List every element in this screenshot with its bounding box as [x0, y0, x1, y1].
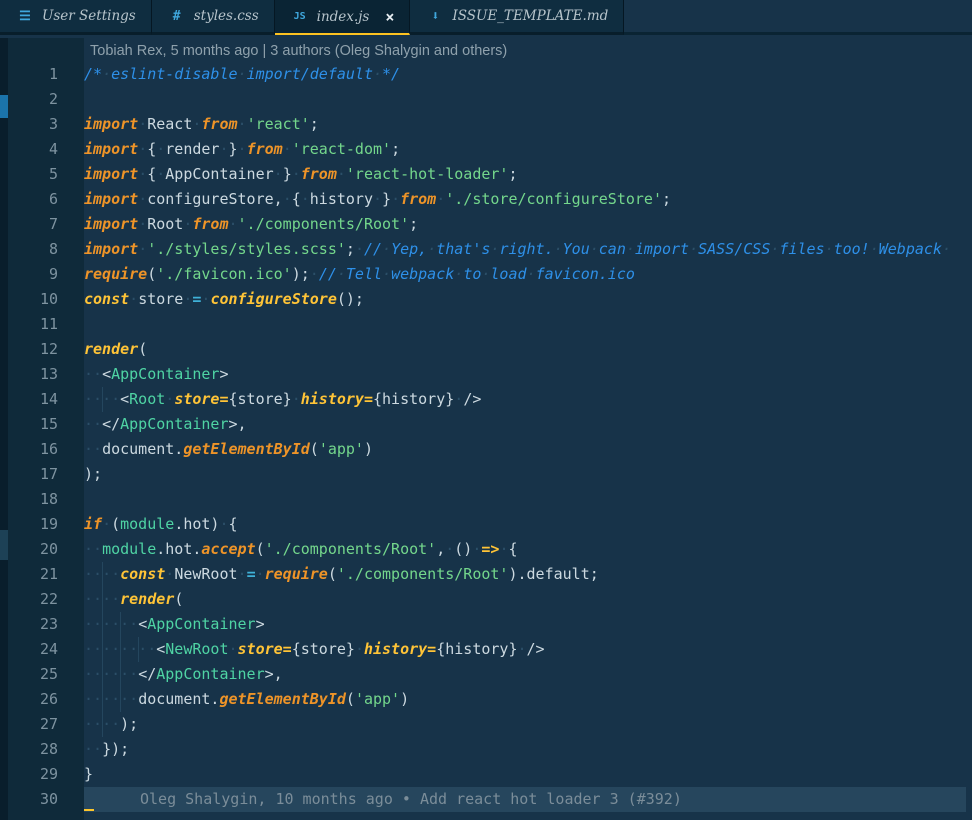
markdown-icon: ⬇: [425, 9, 445, 24]
line-number: 3: [8, 112, 84, 137]
code-line[interactable]: ········<NewRoot·store={store}·history={…: [84, 637, 972, 662]
code-line[interactable]: ··</AppContainer>,: [84, 412, 972, 437]
indent-guide: [138, 637, 139, 662]
line-number: 23: [8, 612, 84, 637]
indent-guide: [102, 587, 103, 612]
code-line[interactable]: );: [84, 462, 972, 487]
code-line[interactable]: import·React·from·'react';: [84, 112, 972, 137]
inline-blame-annotation: Oleg Shalygin, 10 months ago • Add react…: [84, 790, 682, 808]
code-line[interactable]: render(: [84, 337, 972, 362]
code-line[interactable]: ··module.hot.accept('./components/Root',…: [84, 537, 972, 562]
line-number: 25: [8, 662, 84, 687]
line-number: 10: [8, 287, 84, 312]
code-line[interactable]: }: [84, 762, 972, 787]
line-number: 27: [8, 712, 84, 737]
line-number: 13: [8, 362, 84, 387]
strip-indicator-blue: [0, 95, 8, 118]
strip-indicator-faint: [0, 530, 8, 560]
line-number: 28: [8, 737, 84, 762]
activity-strip: [0, 38, 8, 820]
code-line[interactable]: [84, 487, 972, 512]
line-number: 2: [8, 87, 84, 112]
line-number: 5: [8, 162, 84, 187]
tab-styles-css[interactable]: # styles.css: [152, 0, 275, 35]
code-line[interactable]: import·Root·from·'./components/Root';: [84, 212, 972, 237]
tab-user-settings[interactable]: ☰ User Settings: [0, 0, 152, 35]
indent-guide: [120, 662, 121, 687]
code-line[interactable]: ··});: [84, 737, 972, 762]
code-line[interactable]: import·configureStore,·{·history·}·from·…: [84, 187, 972, 212]
line-number: 1: [8, 62, 84, 87]
line-number: 14: [8, 387, 84, 412]
line-number: 11: [8, 312, 84, 337]
indent-guide: [102, 562, 103, 587]
line-number: 30: [8, 787, 84, 812]
code-line[interactable]: ····<Root·store={store}·history={history…: [84, 387, 972, 412]
editor-region: 1234567891011121314151617181920212223242…: [0, 38, 972, 820]
line-number: 6: [8, 187, 84, 212]
line-number: 4: [8, 137, 84, 162]
git-blame-codelens[interactable]: Tobiah Rex, 5 months ago | 3 authors (Ol…: [84, 38, 972, 62]
code-line[interactable]: [84, 87, 972, 112]
tab-bar-empty-space: [624, 0, 972, 35]
code-line[interactable]: [84, 312, 972, 337]
line-number: 29: [8, 762, 84, 787]
code-line[interactable]: import·{·AppContainer·}·from·'react-hot-…: [84, 162, 972, 187]
tab-label: User Settings: [42, 8, 136, 24]
code-line[interactable]: Oleg Shalygin, 10 months ago • Add react…: [84, 787, 966, 812]
tab-index-js[interactable]: JS index.js ×: [275, 0, 411, 35]
line-number: 16: [8, 437, 84, 462]
code-line[interactable]: ··<AppContainer>: [84, 362, 972, 387]
indent-guide: [102, 612, 103, 637]
line-number: 21: [8, 562, 84, 587]
indent-guide: [120, 612, 121, 637]
line-number: 7: [8, 212, 84, 237]
indent-guide: [102, 637, 103, 662]
code-line[interactable]: ··document.getElementById('app'): [84, 437, 972, 462]
code-line[interactable]: ····);: [84, 712, 972, 737]
code-line[interactable]: /*·eslint-disable·import/default·*/: [84, 62, 972, 87]
settings-icon: ☰: [15, 9, 35, 24]
css-icon: #: [167, 9, 187, 24]
code-line[interactable]: import·'./styles/styles.scss';·//·Yep,·t…: [84, 237, 972, 262]
tab-bar: ☰ User Settings # styles.css JS index.js × ⬇ ISS…: [0, 0, 972, 38]
code-line[interactable]: ····const·NewRoot·=·require('./component…: [84, 562, 972, 587]
line-number: 26: [8, 687, 84, 712]
indent-guide: [102, 662, 103, 687]
tab-issue-template-md[interactable]: ⬇ ISSUE_TEMPLATE.md: [410, 0, 624, 35]
line-number: 8: [8, 237, 84, 262]
indent-guide: [102, 387, 103, 412]
tab-label: styles.css: [194, 8, 259, 24]
code-line[interactable]: const·store·=·configureStore();: [84, 287, 972, 312]
line-number-gutter: 1234567891011121314151617181920212223242…: [8, 38, 84, 820]
indent-guide: [120, 687, 121, 712]
line-number: 15: [8, 412, 84, 437]
code-line[interactable]: ······<AppContainer>: [84, 612, 972, 637]
line-number: 18: [8, 487, 84, 512]
js-icon: JS: [290, 11, 310, 22]
tab-label: ISSUE_TEMPLATE.md: [452, 8, 608, 24]
line-number: 24: [8, 637, 84, 662]
code-line[interactable]: ······</AppContainer>,: [84, 662, 972, 687]
line-number: 17: [8, 462, 84, 487]
code-line[interactable]: import·{·render·}·from·'react-dom';: [84, 137, 972, 162]
line-number: 22: [8, 587, 84, 612]
line-number: 19: [8, 512, 84, 537]
indent-guide: [102, 712, 103, 737]
indent-guide: [102, 687, 103, 712]
code-area[interactable]: Tobiah Rex, 5 months ago | 3 authors (Ol…: [84, 38, 972, 820]
tab-label: index.js: [317, 9, 370, 25]
line-number: 9: [8, 262, 84, 287]
line-number: 20: [8, 537, 84, 562]
indent-guide: [120, 637, 121, 662]
text-cursor: [84, 809, 94, 811]
code-line[interactable]: ······document.getElementById('app'): [84, 687, 972, 712]
line-number: 12: [8, 337, 84, 362]
code-line[interactable]: ····render(: [84, 587, 972, 612]
code-line[interactable]: if·(module.hot)·{: [84, 512, 972, 537]
code-line[interactable]: require('./favicon.ico');·//·Tell·webpac…: [84, 262, 972, 287]
close-icon[interactable]: ×: [385, 8, 394, 26]
